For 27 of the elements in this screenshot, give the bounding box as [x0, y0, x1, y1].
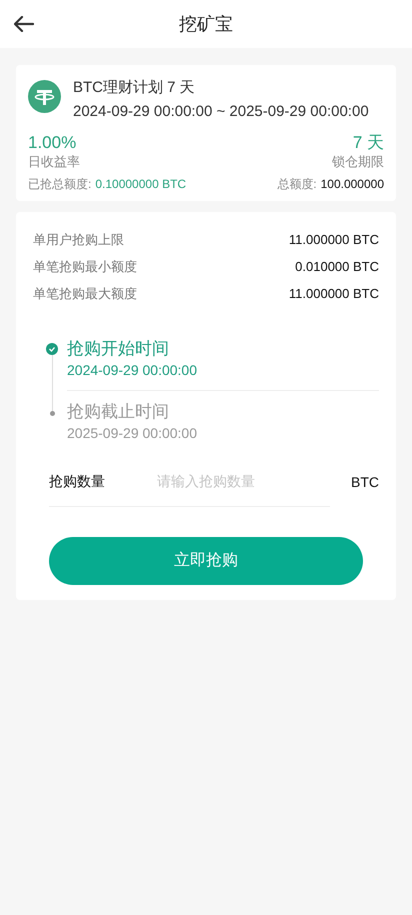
limit-value: 0.010000 BTC — [295, 258, 379, 276]
lock-period-label: 锁仓期限 — [332, 153, 384, 171]
total-amount-label: 总额度: — [277, 176, 317, 193]
daily-rate-value: 1.00% — [28, 133, 76, 153]
buy-now-button[interactable]: 立即抢购 — [49, 537, 363, 585]
step-time: 2025-09-29 00:00:00 — [67, 424, 198, 443]
coin-logo-icon — [28, 80, 61, 113]
plan-name: BTC理财计划 7 天 — [73, 78, 196, 98]
sold-amount-value: 0.10000000 BTC — [95, 176, 186, 193]
step-title: 抢购截止时间 — [67, 401, 170, 423]
daily-rate-label: 日收益率 — [28, 153, 80, 171]
sold-amount-label: 已抢总额度: — [28, 176, 92, 193]
lock-period-value: 7 天 — [352, 133, 384, 153]
step-title: 抢购开始时间 — [67, 338, 170, 360]
amount-label: 抢购数量 — [49, 472, 106, 491]
amount-unit: BTC — [351, 472, 379, 492]
amount-input-field[interactable]: 请输入抢购数量 — [157, 471, 327, 492]
plan-period: 2024-09-29 00:00:00 ~ 2025-09-29 00:00:00 — [73, 102, 369, 122]
limit-label: 单笔抢购最大额度 — [33, 285, 137, 303]
total-amount-value: 100.000000 — [320, 176, 384, 193]
step-time: 2024-09-29 00:00:00 — [67, 361, 198, 380]
back-arrow-icon — [14, 16, 34, 32]
page-title: 挖矿宝 — [179, 12, 233, 36]
limit-value: 11.000000 BTC — [288, 231, 379, 249]
limit-value: 11.000000 BTC — [288, 285, 379, 303]
limit-label: 单笔抢购最小额度 — [33, 258, 137, 276]
limit-label: 单用户抢购上限 — [33, 231, 124, 249]
